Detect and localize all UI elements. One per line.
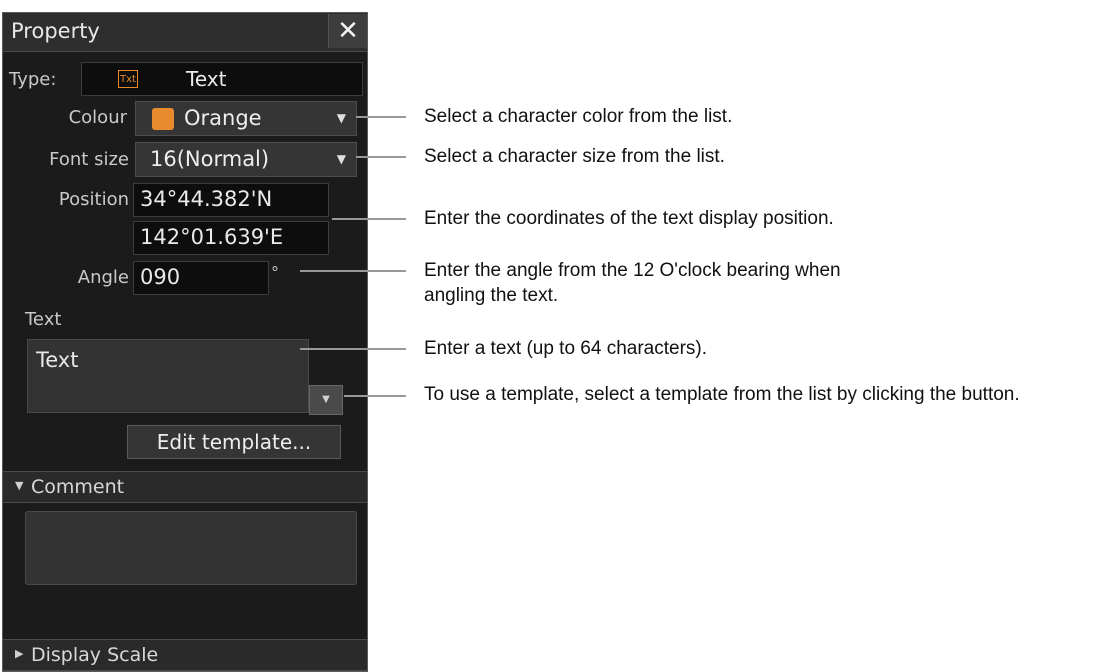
annotation-template: To use a template, select a template fro… [424,384,1020,405]
degree-unit: ° [271,263,279,282]
comment-section-header[interactable]: ▼ Comment [3,471,367,503]
latitude-input[interactable]: 34°44.382'N [133,183,329,217]
leader-line [332,218,406,220]
template-dropdown-button[interactable]: ▼ [309,385,343,415]
font-size-dropdown[interactable]: 16(Normal) ▼ [135,142,357,177]
text-input[interactable]: Text [27,339,309,413]
text-label: Text [25,309,62,330]
edit-template-button[interactable]: Edit template... [127,425,341,459]
angle-value: 090 [140,265,181,289]
colour-swatch [152,108,174,130]
leader-line [300,348,406,350]
colour-label: Colour [68,107,127,128]
panel-title: Property [11,19,100,43]
leader-line [344,395,406,397]
annotation-colour: Select a character color from the list. [424,106,733,127]
comment-input[interactable] [25,511,357,585]
angle-label: Angle [77,267,129,288]
angle-input[interactable]: 090 [133,261,269,295]
font-size-value: 16(Normal) [150,147,270,171]
chevron-down-icon: ▼ [322,394,330,405]
annotation-text: Enter a text (up to 64 characters). [424,338,708,359]
longitude-input[interactable]: 142°01.639'E [133,221,329,255]
type-field: Txt Text [81,62,363,96]
annotation-position: Enter the coordinates of the text displa… [424,208,834,229]
property-panel: Property ✕ Type: Txt Text Colour Orange … [2,12,368,672]
leader-line [356,156,406,158]
leader-line [300,270,406,272]
chevron-down-icon: ▼ [15,479,24,492]
colour-value: Orange [184,106,262,130]
latitude-value: 34°44.382'N [140,187,273,211]
close-icon: ✕ [337,16,359,46]
close-button[interactable]: ✕ [328,14,367,48]
annotation-font-size: Select a character size from the list. [424,146,725,167]
title-bar: Property ✕ [3,13,367,52]
longitude-value: 142°01.639'E [140,225,284,249]
chevron-down-icon: ▼ [336,111,346,125]
font-size-label: Font size [49,149,129,170]
annotation-angle: Enter the angle from the 12 O'clock bear… [424,260,841,306]
text-input-value: Text [36,348,79,372]
display-scale-section-header[interactable]: ▶ Display Scale [3,639,367,671]
chevron-right-icon: ▶ [15,647,24,660]
leader-line [356,116,406,118]
chevron-down-icon: ▼ [336,152,346,166]
display-scale-section-label: Display Scale [31,644,159,666]
type-value: Text [186,67,227,91]
type-label: Type: [9,69,57,90]
comment-section-label: Comment [31,476,125,498]
colour-dropdown[interactable]: Orange ▼ [135,101,357,136]
text-type-icon: Txt [118,70,138,88]
position-label: Position [58,189,129,210]
